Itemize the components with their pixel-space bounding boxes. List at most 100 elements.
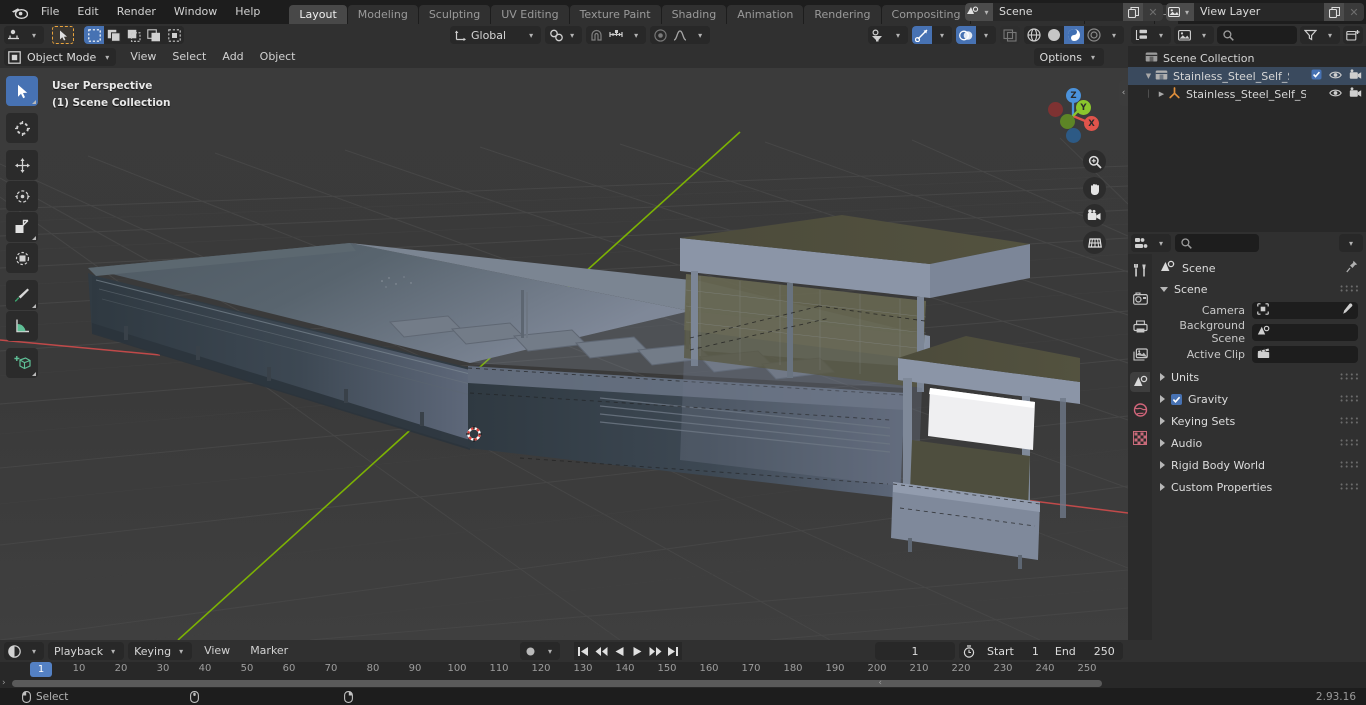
select-set-icon[interactable] — [84, 26, 104, 44]
jump-to-start-button[interactable] — [574, 642, 592, 660]
menu-help[interactable]: Help — [226, 3, 269, 21]
panel-header-rigid-body-world[interactable]: Rigid Body World •••• •••• — [1152, 454, 1366, 476]
disable-in-render-camera-icon[interactable] — [1349, 69, 1362, 83]
play-reverse-button[interactable] — [610, 642, 628, 660]
tab-animation[interactable]: Animation — [727, 5, 804, 24]
menu-render[interactable]: Render — [108, 3, 165, 21]
properties-tab-output[interactable] — [1130, 316, 1150, 336]
panel-header-audio[interactable]: Audio •••• •••• — [1152, 432, 1366, 454]
select-intersect-icon[interactable] — [164, 26, 184, 44]
shading-material-preview-icon[interactable] — [1064, 26, 1084, 44]
outliner-scene-filter-selector[interactable]: ▾ — [1174, 26, 1214, 44]
view-layer-selector[interactable]: ▾ View Layer ✕ — [1166, 3, 1364, 21]
shading-chevron-down-icon[interactable]: ▾ — [1104, 26, 1124, 44]
properties-search-input[interactable] — [1175, 234, 1259, 252]
shading-wireframe-icon[interactable] — [1024, 26, 1044, 44]
properties-tab-texture[interactable] — [1130, 428, 1150, 448]
toggle-perspective-icon[interactable] — [1083, 231, 1106, 254]
magnet-icon[interactable] — [586, 26, 607, 44]
hide-in-viewport-eye-icon[interactable] — [1329, 70, 1342, 83]
record-icon[interactable] — [520, 642, 540, 660]
properties-tab-view-layer[interactable] — [1130, 344, 1150, 364]
select-difference-icon[interactable] — [144, 26, 164, 44]
snap-target-selector[interactable]: ▾ — [545, 26, 583, 44]
outliner-row-object-stainless[interactable]: │ ▶ Stainless_Steel_Self_Serv — [1128, 85, 1366, 103]
panel-header-custom-properties[interactable]: Custom Properties •••• •••• — [1152, 476, 1366, 498]
tool-add-cube[interactable] — [6, 348, 38, 378]
unlink-scene-icon[interactable]: ✕ — [1143, 3, 1163, 21]
snap-to-increment-icon[interactable] — [606, 26, 627, 44]
current-frame-field[interactable]: 1 — [875, 642, 955, 660]
active-clip-field[interactable] — [1252, 345, 1358, 363]
new-collection-icon[interactable] — [1343, 26, 1363, 44]
background-scene-field[interactable] — [1252, 323, 1358, 341]
properties-tab-render[interactable] — [1130, 288, 1150, 308]
auto-key-chevron-down-icon[interactable]: ▾ — [540, 642, 560, 660]
zoom-icon[interactable] — [1083, 150, 1106, 173]
tool-scale[interactable] — [6, 212, 38, 242]
outliner-row-collection-stainless[interactable]: ▼ Stainless_Steel_Self_Service_I — [1128, 67, 1366, 85]
snap-chevron-down-icon[interactable]: ▾ — [626, 26, 647, 44]
tool-annotate[interactable] — [6, 280, 38, 310]
start-frame-field[interactable]: Start 1 — [979, 642, 1047, 660]
gravity-checkbox[interactable] — [1171, 393, 1182, 405]
camera-field[interactable] — [1252, 301, 1358, 319]
pin-icon[interactable] — [1346, 260, 1358, 276]
hide-in-viewport-eye-icon[interactable] — [1329, 88, 1342, 101]
tab-modeling[interactable]: Modeling — [347, 5, 418, 24]
outliner-disclosure-closed-icon[interactable]: ▶ — [1155, 90, 1168, 98]
tab-compositing[interactable]: Compositing — [881, 5, 971, 24]
panel-header-keying-sets[interactable]: Keying Sets •••• •••• — [1152, 410, 1366, 432]
transform-orientation-selector[interactable]: Global ▾ — [450, 26, 542, 44]
tool-tweak-select[interactable] — [6, 76, 38, 106]
show-overlays-icon[interactable] — [956, 26, 976, 44]
scene-selector[interactable]: ▾ Scene ✕ — [965, 3, 1163, 21]
tool-rotate[interactable] — [6, 181, 38, 211]
camera-view-icon[interactable] — [1083, 204, 1106, 227]
properties-editor-type-selector[interactable]: ▾ — [1131, 234, 1171, 252]
interaction-mode-selector[interactable]: Object Mode ▾ — [4, 48, 117, 66]
timeline-horizontal-scrollbar[interactable] — [12, 680, 1102, 687]
options-button[interactable]: Options ▾ — [1033, 48, 1104, 66]
remove-view-layer-icon[interactable]: ✕ — [1344, 3, 1364, 21]
gizmo-axis-x-negative[interactable] — [1048, 102, 1063, 117]
properties-tab-scene[interactable] — [1130, 372, 1150, 392]
timeline-sidebar-toggle[interactable]: › — [2, 678, 6, 688]
pan-hand-icon[interactable] — [1083, 177, 1106, 200]
menu-file[interactable]: File — [32, 3, 68, 21]
show-gizmo-icon[interactable] — [912, 26, 932, 44]
blender-logo-icon[interactable] — [6, 0, 32, 24]
proportional-edit-icon[interactable] — [650, 26, 671, 44]
viewport-menu-select[interactable]: Select — [164, 48, 214, 66]
timeline-playhead[interactable]: 1 — [30, 662, 52, 677]
3d-viewport[interactable]: User Perspective (1) Scene Collection Z … — [0, 68, 1128, 640]
use-preview-range-icon[interactable] — [959, 642, 979, 660]
select-extend-icon[interactable] — [104, 26, 124, 44]
viewport-menu-view[interactable]: View — [122, 48, 164, 66]
menu-edit[interactable]: Edit — [68, 3, 107, 21]
properties-tab-tool[interactable] — [1130, 260, 1150, 280]
timeline-editor-type-selector[interactable]: ▾ — [4, 642, 44, 660]
outliner-search-input[interactable] — [1217, 26, 1297, 44]
new-view-layer-icon[interactable] — [1324, 3, 1344, 21]
end-frame-field[interactable]: End 250 — [1046, 642, 1123, 660]
panel-header-units[interactable]: Units •••• •••• — [1152, 366, 1366, 388]
select-subtract-icon[interactable] — [124, 26, 144, 44]
outliner-filter-button[interactable]: ▾ — [1300, 26, 1340, 44]
gizmo-axis-z-negative[interactable] — [1066, 128, 1081, 143]
tab-layout[interactable]: Layout — [289, 5, 347, 24]
gizmo-axis-y-negative[interactable] — [1060, 114, 1075, 129]
tab-rendering[interactable]: Rendering — [804, 5, 881, 24]
new-scene-icon[interactable] — [1123, 3, 1143, 21]
panel-header-scene[interactable]: Scene •••• •••• — [1152, 278, 1366, 300]
panel-header-gravity[interactable]: Gravity •••• •••• — [1152, 388, 1366, 410]
viewport-menu-add[interactable]: Add — [214, 48, 251, 66]
gizmo-axis-x-positive[interactable]: X — [1084, 116, 1099, 131]
editor-type-selector[interactable]: ▾ — [4, 26, 44, 44]
outliner-display-mode-selector[interactable]: ▾ — [1131, 26, 1171, 44]
falloff-curve-icon[interactable] — [670, 26, 691, 44]
visibility-chevron-down-icon[interactable]: ▾ — [888, 26, 908, 44]
tab-uv-editing[interactable]: UV Editing — [491, 5, 569, 24]
properties-options-chevron-down-icon[interactable]: ▾ — [1339, 234, 1363, 252]
timeline-panel-toggle[interactable]: ‹ — [878, 678, 882, 688]
